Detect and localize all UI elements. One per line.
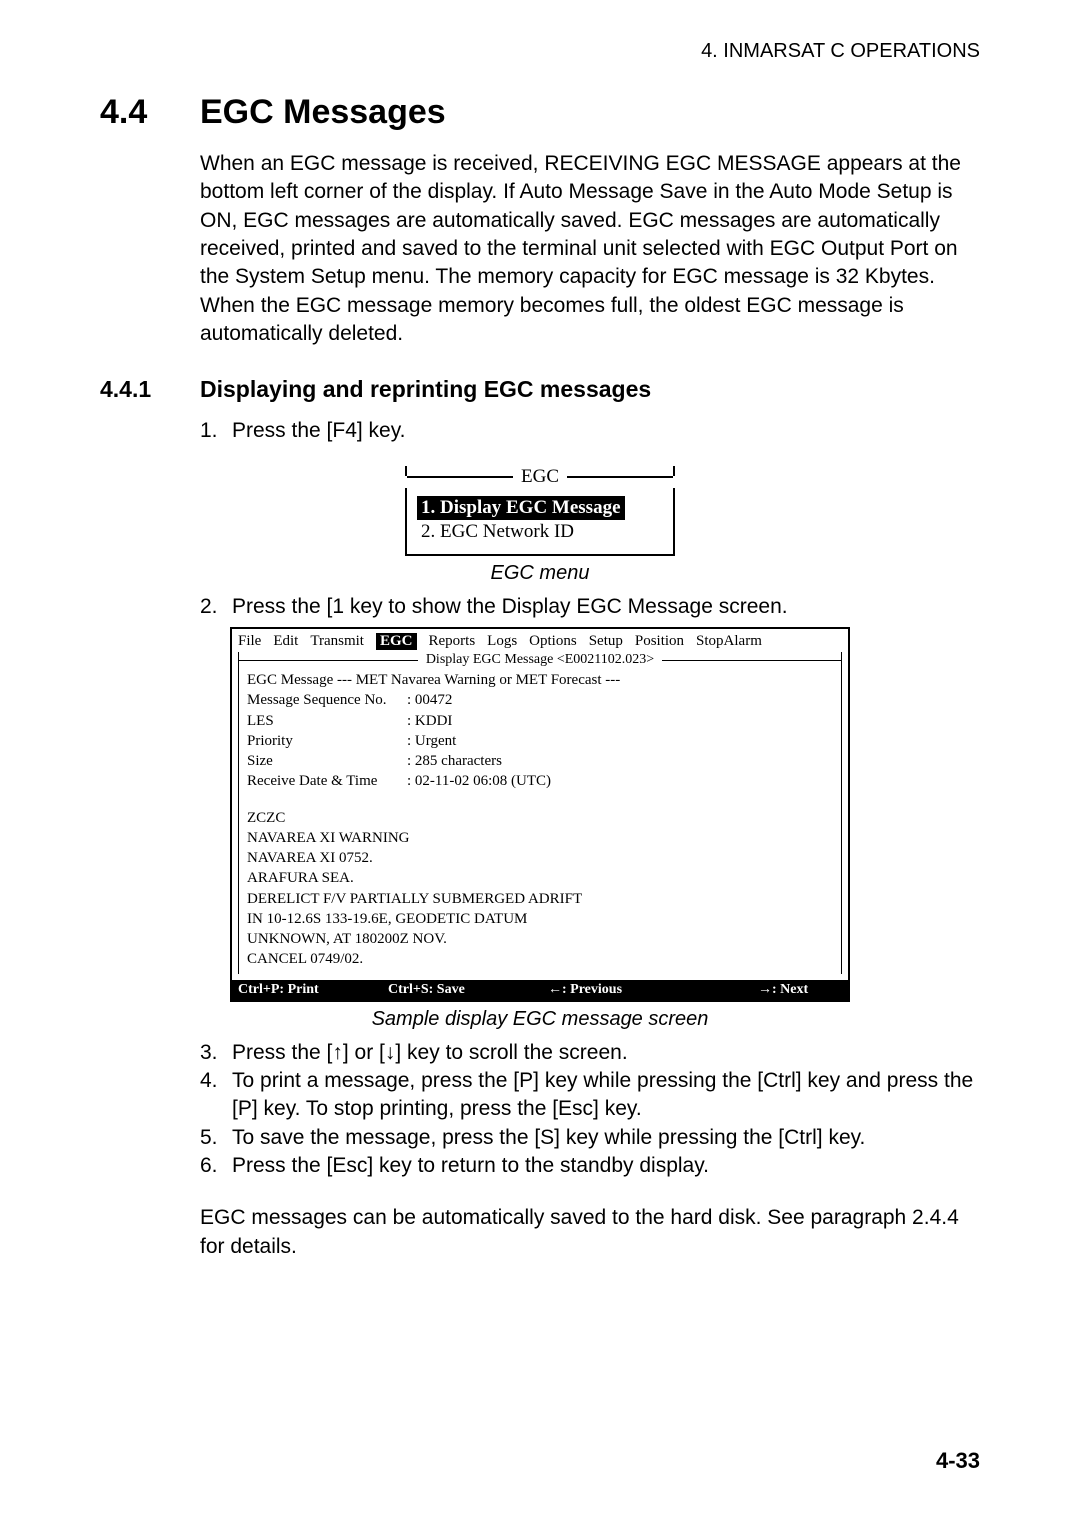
step-2: 2. Press the [1 key to show the Display … — [200, 593, 980, 621]
kv-les-val: KDDI — [407, 711, 452, 731]
heading-1-number: 4.4 — [100, 93, 200, 132]
screen-footer-bar: Ctrl+P: Print Ctrl+S: Save ←: Previous →… — [232, 980, 848, 1000]
footer-print[interactable]: Ctrl+P: Print — [238, 982, 388, 998]
step-3-text: Press the [↑] or [↓] key to scroll the s… — [232, 1039, 980, 1067]
step-4-text: To print a message, press the [P] key wh… — [232, 1067, 980, 1124]
step-6-text: Press the [Esc] key to return to the sta… — [232, 1152, 980, 1180]
menu-transmit[interactable]: Transmit — [310, 633, 364, 650]
menu-options[interactable]: Options — [529, 633, 577, 650]
egc-menu-box: 1. Display EGC Message 2. EGC Network ID — [405, 488, 675, 556]
intro-paragraph: When an EGC message is received, RECEIVI… — [200, 150, 980, 348]
kv-receive-val: 02-11-02 06:08 (UTC) — [407, 771, 551, 791]
kv-receive: Receive Date & Time 02-11-02 06:08 (UTC) — [247, 771, 833, 791]
step-1-number: 1. — [200, 417, 232, 445]
step-1-text: Press the [F4] key. — [232, 417, 980, 445]
step-3-number: 3. — [200, 1039, 232, 1067]
page-number: 4-33 — [936, 1448, 980, 1474]
kv-sequence-val: 00472 — [407, 690, 452, 710]
footer-next[interactable]: →: Next — [718, 982, 842, 998]
step-6: 6. Press the [Esc] key to return to the … — [200, 1152, 980, 1180]
menu-file[interactable]: File — [238, 633, 261, 650]
closing-paragraph: EGC messages can be automatically saved … — [200, 1204, 980, 1261]
panel-inner: EGC Message --- MET Navarea Warning or M… — [239, 668, 841, 974]
msg-line: NAVAREA XI 0752. — [247, 848, 833, 868]
msg-line: ARAFURA SEA. — [247, 868, 833, 888]
step-5-text: To save the message, press the [S] key w… — [232, 1124, 980, 1152]
message-header-line: EGC Message --- MET Navarea Warning or M… — [247, 670, 833, 690]
panel-title-row: Display EGC Message <E0021102.023> — [239, 652, 841, 668]
step-3: 3. Press the [↑] or [↓] key to scroll th… — [200, 1039, 980, 1067]
heading-1-title: EGC Messages — [200, 93, 446, 132]
kv-sequence: Message Sequence No. 00472 — [247, 690, 833, 710]
msg-line: CANCEL 0749/02. — [247, 949, 833, 969]
menubar: File Edit Transmit EGC Reports Logs Opti… — [232, 629, 848, 652]
kv-size-val: 285 characters — [407, 751, 502, 771]
heading-2-number: 4.4.1 — [100, 376, 200, 403]
step-1: 1. Press the [F4] key. — [200, 417, 980, 445]
egc-menu-figure: EGC 1. Display EGC Message 2. EGC Networ… — [405, 466, 675, 556]
menu-stopalarm[interactable]: StopAlarm — [696, 633, 762, 650]
menu-setup[interactable]: Setup — [589, 633, 623, 650]
egc-message-screen: File Edit Transmit EGC Reports Logs Opti… — [230, 627, 850, 1002]
msg-line: NAVAREA XI WARNING — [247, 828, 833, 848]
egc-menu-frame-title: EGC — [405, 466, 675, 488]
kv-size-key: Size — [247, 751, 407, 771]
footer-prev[interactable]: ←: Previous — [548, 982, 718, 998]
kv-receive-key: Receive Date & Time — [247, 771, 407, 791]
heading-1: 4.4 EGC Messages — [100, 93, 980, 132]
egc-menu-caption: EGC menu — [100, 562, 980, 585]
msg-line: UNKNOWN, AT 180200Z NOV. — [247, 929, 833, 949]
step-4-number: 4. — [200, 1067, 232, 1124]
heading-2: 4.4.1 Displaying and reprinting EGC mess… — [100, 376, 980, 403]
screen-caption: Sample display EGC message screen — [100, 1008, 980, 1031]
menu-position[interactable]: Position — [635, 633, 684, 650]
step-6-number: 6. — [200, 1152, 232, 1180]
msg-line: DERELICT F/V PARTIALLY SUBMERGED ADRIFT — [247, 889, 833, 909]
msg-line: IN 10-12.6S 133-19.6E, GEODETIC DATUM — [247, 909, 833, 929]
heading-2-title: Displaying and reprinting EGC messages — [200, 376, 651, 403]
page: 4. INMARSAT C OPERATIONS 4.4 EGC Message… — [0, 0, 1080, 1528]
step-4: 4. To print a message, press the [P] key… — [200, 1067, 980, 1124]
egc-menu-item-network-id[interactable]: 2. EGC Network ID — [417, 520, 663, 544]
kv-priority-val: Urgent — [407, 731, 456, 751]
kv-priority: Priority Urgent — [247, 731, 833, 751]
egc-menu-frame-label: EGC — [513, 466, 567, 488]
menu-logs[interactable]: Logs — [487, 633, 517, 650]
footer-save[interactable]: Ctrl+S: Save — [388, 982, 548, 998]
panel-title: Display EGC Message <E0021102.023> — [418, 652, 661, 668]
menu-edit[interactable]: Edit — [273, 633, 298, 650]
menu-egc[interactable]: EGC — [376, 633, 417, 650]
kv-priority-key: Priority — [247, 731, 407, 751]
egc-menu-item-display[interactable]: 1. Display EGC Message — [417, 496, 625, 520]
step-2-text: Press the [1 key to show the Display EGC… — [232, 593, 980, 621]
menu-reports[interactable]: Reports — [429, 633, 476, 650]
kv-les: LES KDDI — [247, 711, 833, 731]
step-5-number: 5. — [200, 1124, 232, 1152]
kv-sequence-key: Message Sequence No. — [247, 690, 407, 710]
step-5: 5. To save the message, press the [S] ke… — [200, 1124, 980, 1152]
kv-les-key: LES — [247, 711, 407, 731]
msg-line: ZCZC — [247, 808, 833, 828]
step-2-number: 2. — [200, 593, 232, 621]
message-panel: Display EGC Message <E0021102.023> EGC M… — [238, 652, 842, 974]
kv-size: Size 285 characters — [247, 751, 833, 771]
running-head: 4. INMARSAT C OPERATIONS — [100, 40, 980, 63]
